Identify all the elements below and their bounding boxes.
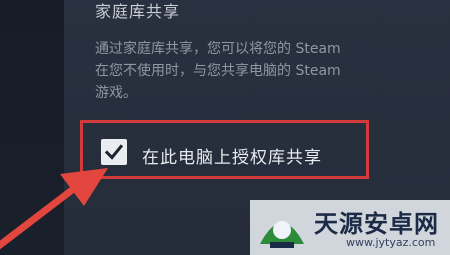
description-line-2: 在您不使用时，与您共享电脑的 Steam — [95, 63, 341, 79]
watermark-logo-icon — [260, 221, 304, 248]
authorize-sharing-checkbox[interactable] — [101, 139, 127, 165]
description-line-1: 通过家庭库共享，您可以将您的 Steam — [95, 41, 341, 57]
red-arrow — [0, 168, 108, 250]
watermark-url: www.jytyaz.com — [346, 236, 436, 249]
description: 通过家庭库共享，您可以将您的 Steam 在您不使用时，与您共享电脑的 Stea… — [95, 38, 450, 104]
section-title: 家庭库共享 — [95, 2, 181, 21]
description-line-3: 游戏。 — [95, 85, 137, 101]
authorize-sharing-label[interactable]: 在此电脑上授权库共享 — [142, 143, 322, 168]
watermark-name: 天源安卓网 — [314, 210, 439, 238]
watermark: 天源安卓网 www.jytyaz.com — [250, 200, 450, 255]
checkmark-icon — [104, 144, 124, 160]
